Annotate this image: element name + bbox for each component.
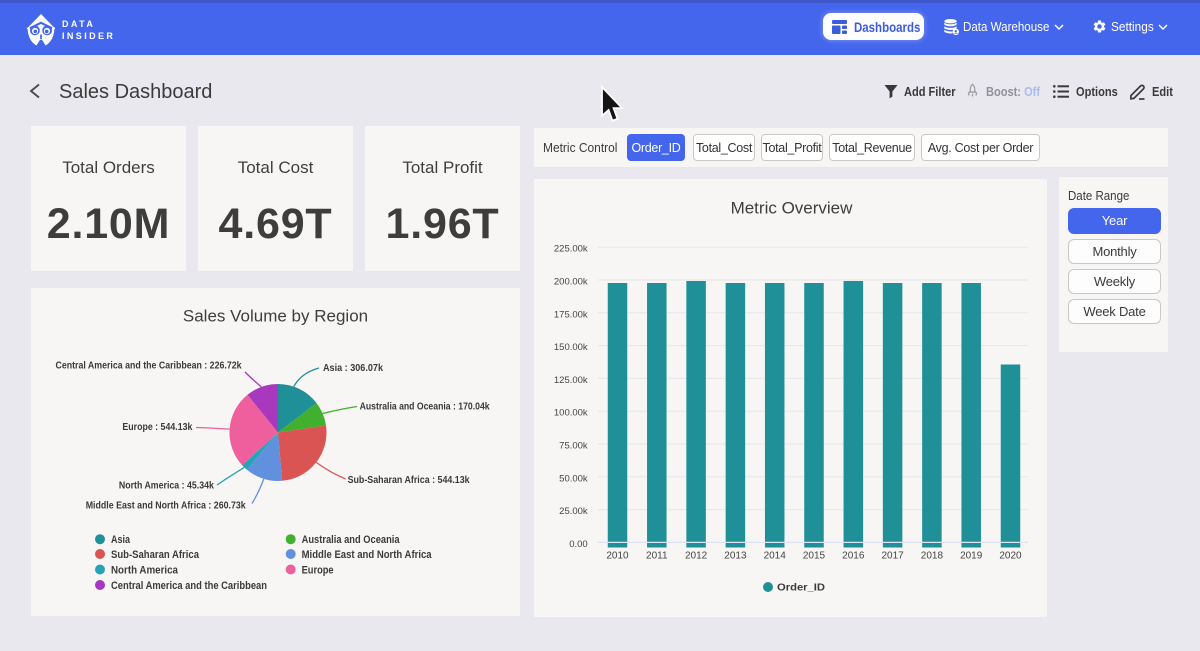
svg-text:Central America and the Caribb: Central America and the Caribbean (111, 580, 267, 592)
svg-text:2016: 2016 (842, 551, 865, 562)
svg-text:North America: North America (111, 564, 179, 576)
svg-text:Europe : 544.13k: Europe : 544.13k (122, 421, 192, 433)
svg-text:2013: 2013 (724, 551, 747, 562)
svg-text:Asia : 306.07k: Asia : 306.07k (323, 362, 383, 374)
svg-text:75.00k: 75.00k (559, 441, 588, 452)
svg-text:2010: 2010 (606, 551, 629, 562)
svg-text:2015: 2015 (803, 551, 826, 562)
svg-text:2012: 2012 (685, 551, 708, 562)
svg-text:Metric Overview: Metric Overview (731, 199, 854, 218)
svg-text:100.00k: 100.00k (554, 408, 588, 419)
svg-text:Sub-Saharan Africa: Sub-Saharan Africa (111, 549, 200, 561)
svg-text:2018: 2018 (921, 551, 944, 562)
svg-text:Middle East and North Africa :: Middle East and North Africa : 260.73k (86, 500, 246, 512)
svg-text:50.00k: 50.00k (559, 473, 588, 484)
svg-text:Middle East and North Africa: Middle East and North Africa (302, 549, 433, 561)
svg-text:2019: 2019 (960, 551, 983, 562)
svg-text:Central America and the Caribb: Central America and the Caribbean : 226.… (56, 359, 242, 371)
svg-text:0.00: 0.00 (569, 539, 588, 550)
svg-text:Australia and Oceania: Australia and Oceania (302, 534, 401, 546)
svg-text:2011: 2011 (646, 551, 668, 562)
svg-text:125.00k: 125.00k (554, 375, 588, 386)
svg-text:Australia and Oceania : 170.04: Australia and Oceania : 170.04k (360, 401, 490, 413)
svg-text:Order_ID: Order_ID (777, 582, 825, 594)
svg-text:2014: 2014 (764, 551, 787, 562)
svg-text:Sales Volume by Region: Sales Volume by Region (183, 307, 368, 326)
svg-text:Europe: Europe (302, 564, 334, 576)
svg-text:Asia: Asia (111, 534, 131, 546)
svg-text:Sub-Saharan Africa : 544.13k: Sub-Saharan Africa : 544.13k (348, 474, 470, 486)
svg-text:150.00k: 150.00k (554, 342, 588, 353)
svg-text:25.00k: 25.00k (559, 506, 588, 517)
svg-text:175.00k: 175.00k (554, 309, 588, 320)
svg-text:225.00k: 225.00k (554, 244, 588, 255)
svg-text:North America : 45.34k: North America : 45.34k (119, 479, 214, 491)
svg-text:200.00k: 200.00k (554, 277, 588, 288)
svg-text:2020: 2020 (999, 551, 1022, 562)
svg-text:2017: 2017 (881, 551, 904, 562)
